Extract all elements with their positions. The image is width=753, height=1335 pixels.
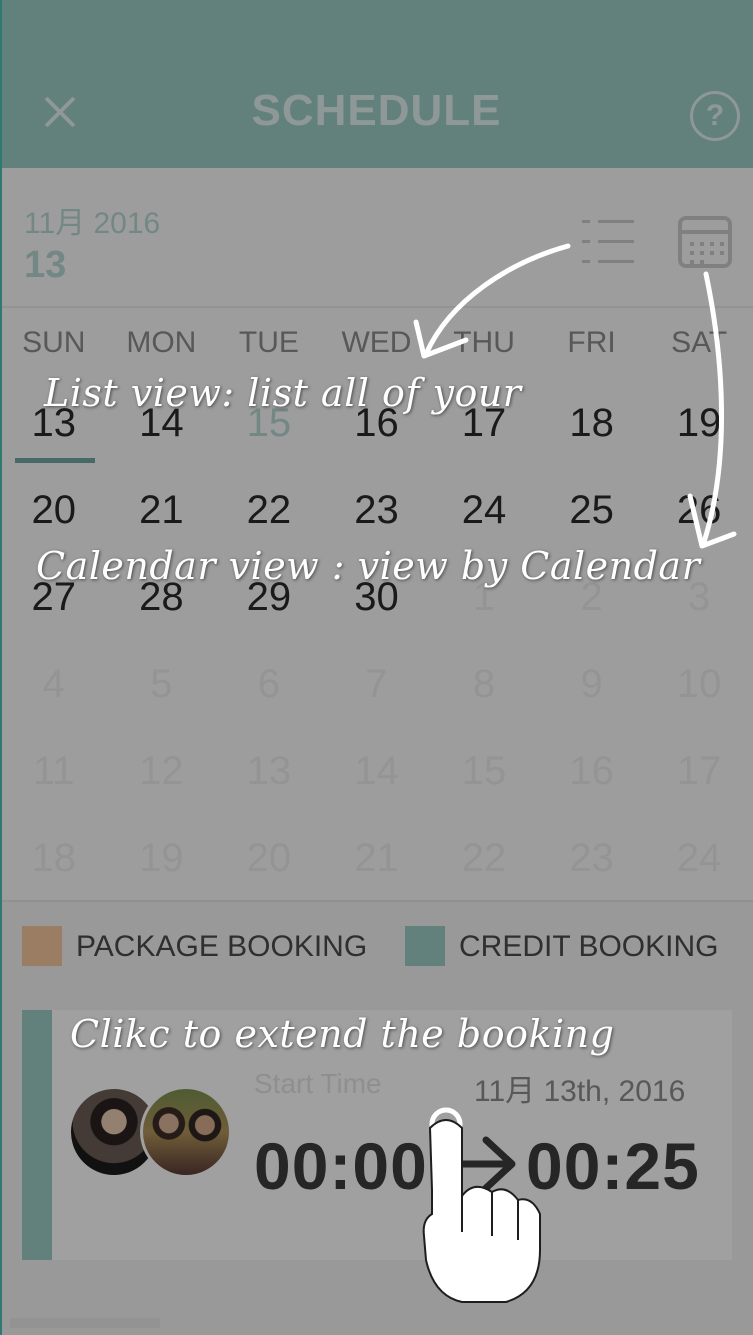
tutorial-arrows <box>413 243 737 1303</box>
extend-booking-hint: Clikc to extend the booking <box>70 1012 615 1056</box>
tap-hand-icon <box>422 1107 541 1303</box>
list-view-hint: List view: list all of your <box>44 371 522 415</box>
list-view-pointer-arrow <box>423 243 571 357</box>
tutorial-overlay[interactable]: List view: list all of your Calendar vie… <box>0 0 753 1335</box>
calendar-view-pointer-arrow <box>701 271 725 545</box>
calendar-view-hint: Calendar view : view by Calendar <box>36 544 701 588</box>
